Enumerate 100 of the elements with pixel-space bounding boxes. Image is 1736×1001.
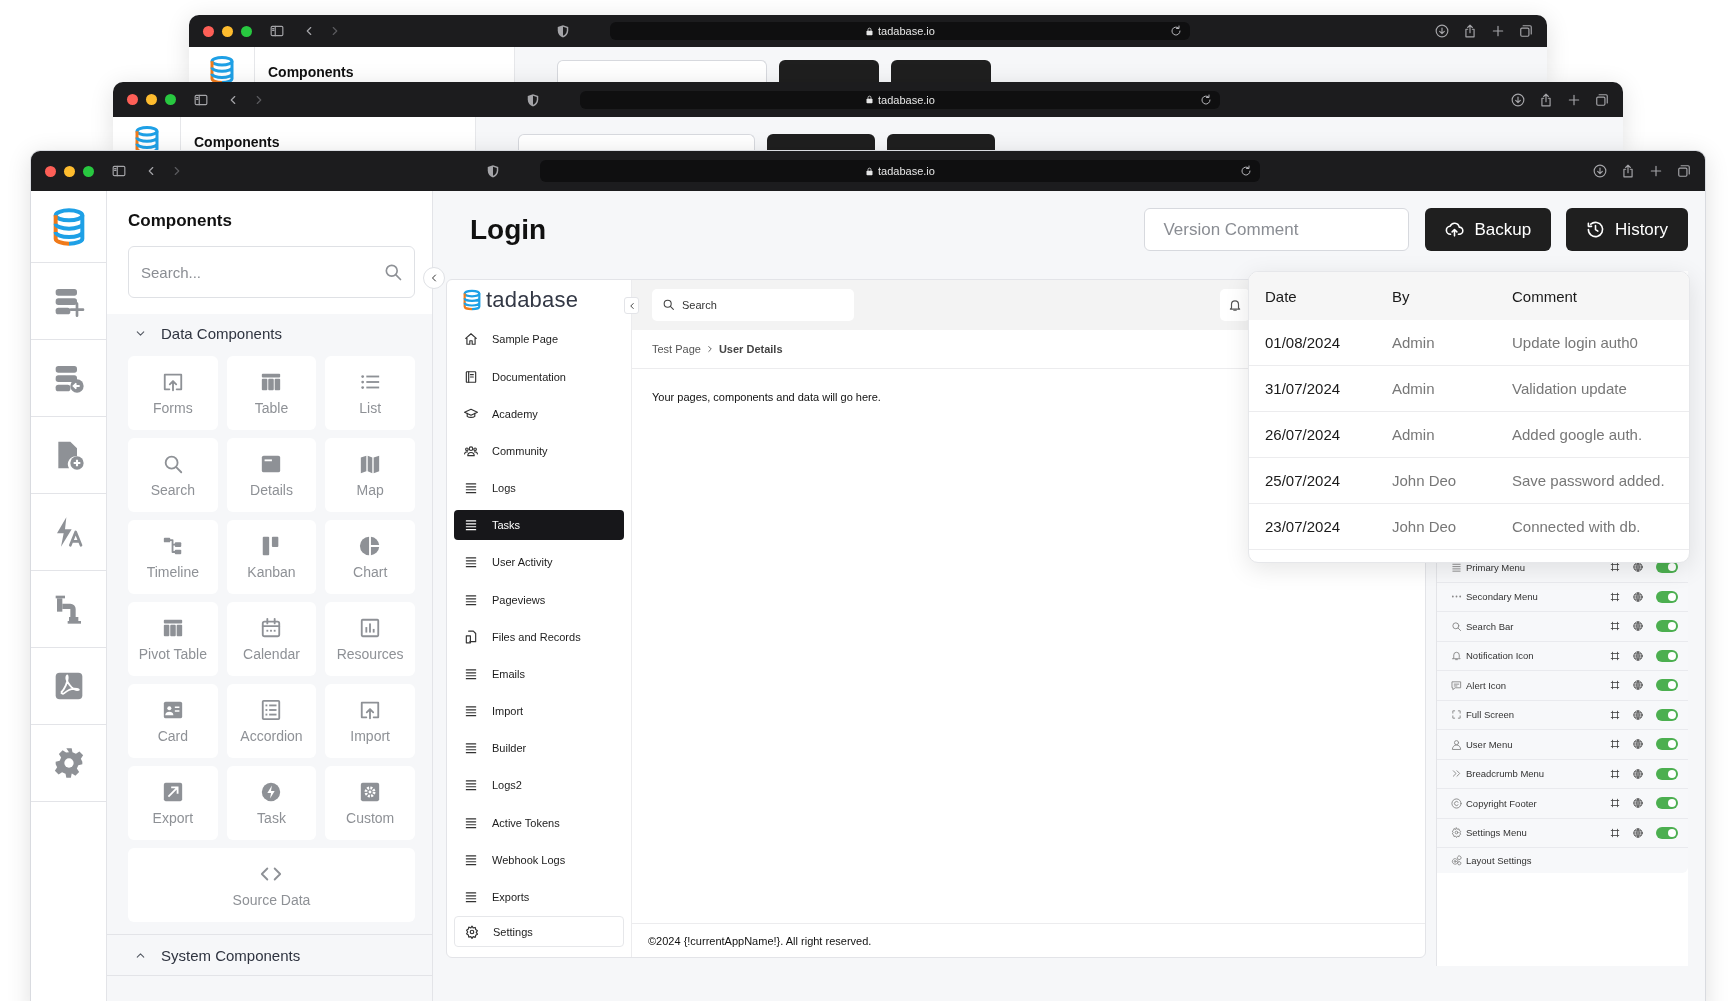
nav-item[interactable]: Community [454, 436, 624, 466]
share-icon[interactable] [1539, 92, 1553, 107]
backup-button[interactable]: Backup [1425, 208, 1552, 251]
nav-item[interactable]: Active Tokens [454, 807, 624, 838]
nav-item[interactable]: Files and Records [454, 621, 624, 652]
frame-icon[interactable] [1610, 739, 1620, 750]
graduation-cap-icon [464, 406, 478, 421]
layout-item-label: Secondary Menu [1466, 591, 1539, 603]
frame-icon[interactable] [1610, 650, 1620, 661]
close-button[interactable] [203, 25, 214, 37]
toggle-switch[interactable] [1656, 620, 1678, 633]
frame-icon[interactable] [1610, 768, 1620, 779]
tabs-icon[interactable] [1677, 164, 1691, 178]
globe-icon[interactable] [1633, 680, 1643, 691]
minimize-button[interactable] [64, 165, 75, 177]
toggle-switch[interactable] [1656, 649, 1678, 662]
globe-icon[interactable] [1633, 798, 1643, 809]
frame-icon[interactable] [1610, 680, 1620, 691]
nav-item[interactable]: Pageviews [454, 584, 624, 615]
menu-icon [1451, 561, 1462, 573]
notification-button[interactable] [1220, 289, 1250, 321]
download-icon[interactable] [1511, 92, 1525, 107]
globe-icon[interactable] [1633, 709, 1643, 720]
arrow-box-icon [161, 780, 184, 803]
nav-item[interactable]: Sample Page [454, 324, 624, 355]
sidebar-toggle-icon[interactable] [270, 24, 284, 38]
minimize-button[interactable] [222, 25, 233, 37]
section-header[interactable]: Data Components [107, 314, 432, 352]
nav-item[interactable]: User Activity [454, 547, 624, 578]
zoom-button[interactable] [165, 94, 176, 105]
reload-icon[interactable] [1170, 25, 1182, 37]
nav-item[interactable]: Logs [454, 473, 624, 504]
frame-icon[interactable] [1610, 562, 1620, 573]
toggle-switch[interactable] [1656, 826, 1678, 839]
list-icon [464, 741, 478, 756]
toggle-switch[interactable] [1656, 767, 1678, 780]
globe-icon[interactable] [1633, 739, 1643, 750]
history-button[interactable]: History [1566, 208, 1688, 251]
toggle-switch[interactable] [1656, 679, 1678, 692]
frame-icon[interactable] [1610, 591, 1620, 602]
layout-settings-link[interactable]: Layout Settings [1437, 848, 1688, 873]
comment-field[interactable]: Version Comment [1144, 208, 1410, 251]
reload-icon[interactable] [1200, 93, 1212, 106]
breadcrumb-link[interactable]: Test Page [652, 343, 701, 355]
nav-item[interactable]: Logs2 [454, 770, 624, 801]
shield-icon[interactable] [556, 24, 570, 38]
frame-icon[interactable] [1610, 709, 1620, 720]
address-bar[interactable]: tadabase.io [610, 22, 1190, 40]
tabs-icon[interactable] [1519, 24, 1533, 38]
brand-name: tadabase [486, 287, 579, 314]
nav-item[interactable]: Academy [454, 398, 624, 429]
download-icon[interactable] [1593, 164, 1607, 178]
sidebar-toggle-icon[interactable] [112, 164, 126, 178]
tabs-icon[interactable] [1595, 92, 1609, 107]
toggle-switch[interactable] [1656, 590, 1678, 603]
zoom-button[interactable] [83, 165, 94, 177]
list-icon [464, 592, 478, 607]
minimize-button[interactable] [146, 94, 157, 105]
nav-item[interactable]: Settings [454, 915, 624, 948]
search-field[interactable]: Search... [128, 246, 415, 298]
copyright-text: ©2024 {!currentAppName!}. All right reserved. [648, 934, 872, 947]
collapse-button[interactable] [624, 297, 639, 314]
zoom-button[interactable] [241, 25, 252, 37]
nav-item[interactable]: Builder [454, 733, 624, 764]
download-icon[interactable] [1435, 24, 1449, 38]
nav-item[interactable]: Documentation [454, 361, 624, 392]
address-bar[interactable]: tadabase.io [580, 90, 1220, 109]
toggle-switch[interactable] [1656, 797, 1678, 810]
nav-item[interactable]: Tasks [454, 510, 624, 541]
close-button[interactable] [45, 165, 56, 177]
shield-icon[interactable] [486, 164, 500, 178]
close-button[interactable] [127, 94, 138, 105]
globe-icon[interactable] [1633, 562, 1643, 573]
search-icon[interactable] [383, 262, 403, 282]
globe-icon[interactable] [1633, 827, 1643, 838]
address-bar[interactable]: tadabase.io [540, 160, 1260, 182]
nav-item[interactable]: Emails [454, 659, 624, 689]
search-field[interactable]: Search [652, 289, 854, 321]
nav-item[interactable]: Webhook Logs [454, 844, 624, 875]
nav-item[interactable]: Import [454, 696, 624, 727]
settings-icon[interactable] [52, 747, 85, 779]
sidebar-toggle-icon[interactable] [194, 92, 208, 107]
reload-icon[interactable] [1240, 165, 1252, 177]
share-icon[interactable] [1621, 164, 1635, 178]
new-tab-icon[interactable] [1649, 164, 1663, 178]
frame-icon[interactable] [1610, 798, 1620, 809]
globe-icon[interactable] [1633, 768, 1643, 779]
new-tab-icon[interactable] [1567, 92, 1581, 107]
share-icon[interactable] [1463, 24, 1477, 38]
frame-icon[interactable] [1610, 621, 1620, 632]
shield-icon[interactable] [526, 92, 540, 107]
globe-icon[interactable] [1633, 591, 1643, 602]
new-tab-icon[interactable] [1491, 24, 1505, 38]
globe-icon[interactable] [1633, 621, 1643, 632]
toggle-switch[interactable] [1656, 708, 1678, 721]
section-header[interactable]: System Components [107, 934, 432, 976]
toggle-switch[interactable] [1656, 738, 1678, 751]
globe-icon[interactable] [1633, 650, 1643, 661]
frame-icon[interactable] [1610, 827, 1620, 838]
nav-item[interactable]: Exports [454, 882, 624, 912]
